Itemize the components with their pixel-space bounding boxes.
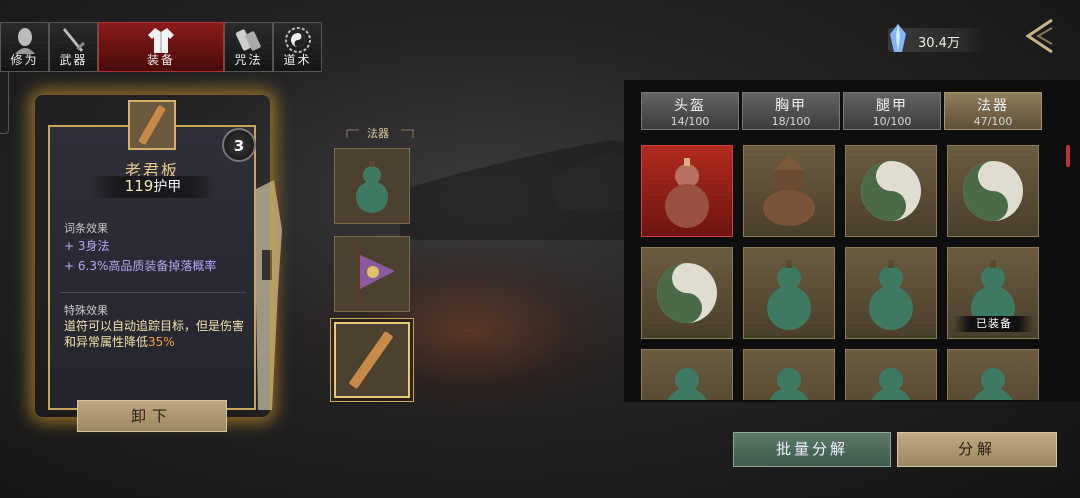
batch-decompose-button[interactable]: 批量分解 <box>733 432 891 467</box>
robe-icon <box>148 28 174 53</box>
tab-label: 修为 <box>10 53 39 67</box>
category-name: 法器 <box>977 98 1009 114</box>
inventory-item-taiji-disc[interactable] <box>641 247 733 339</box>
taiji-disc-icon <box>657 263 717 323</box>
item-thumbnail <box>128 100 176 150</box>
affix-text: 身法 <box>85 239 110 253</box>
scroll-icon <box>235 29 261 51</box>
inventory-item-green-gourd[interactable] <box>743 247 835 339</box>
special-section-title: 特殊效果 <box>64 304 108 317</box>
inventory-item-red-gourd[interactable] <box>641 145 733 237</box>
cultivator-head-icon <box>14 28 35 54</box>
inventory-item-green-gourd-equipped[interactable]: 已装备 <box>947 247 1039 339</box>
talisman-board-icon <box>349 331 393 389</box>
inventory-item-taiji-disc[interactable] <box>947 145 1039 237</box>
gourd-icon <box>356 161 388 213</box>
inventory-item-green-gourd[interactable] <box>947 349 1039 400</box>
special-text-highlight: 35% <box>148 335 175 349</box>
affix-prefix: + 6.3% <box>64 259 109 273</box>
inventory-grid: 已装备 <box>641 145 1051 400</box>
gourd-icon <box>973 368 1013 400</box>
tab-label: 武器 <box>59 53 88 67</box>
talisman-board-icon <box>138 105 166 145</box>
menu-arrow-icon[interactable] <box>1022 16 1058 56</box>
armor-label: 护甲 <box>153 179 182 195</box>
tab-label: 道术 <box>283 53 312 67</box>
currency-value: 30.4万 <box>918 36 960 51</box>
level-badge-value: 3 <box>233 137 245 155</box>
category-tab-legs[interactable]: 腿甲 10/100 <box>843 92 941 130</box>
decompose-button[interactable]: 分解 <box>897 432 1057 467</box>
top-tab-bar: 修为 武器 装备 咒法 道术 <box>0 22 322 72</box>
category-tab-artifact[interactable]: 法器 47/100 <box>944 92 1042 130</box>
tab-label: 装备 <box>146 53 175 67</box>
taiji-disc-icon <box>861 161 921 221</box>
slot-header-label: 法器 <box>367 127 389 140</box>
tab-equipment[interactable]: 装备 <box>98 22 224 72</box>
affix-prefix: + 3 <box>64 239 86 253</box>
inventory-item-green-gourd[interactable] <box>845 349 937 400</box>
gourd-icon <box>869 260 913 330</box>
gourd-icon <box>769 368 809 400</box>
category-tab-chest[interactable]: 胸甲 18/100 <box>742 92 840 130</box>
tab-spells[interactable]: 咒法 <box>224 22 273 72</box>
taiji-disc-icon <box>963 161 1023 221</box>
slot-pennant[interactable] <box>334 236 410 312</box>
category-count: 47/100 <box>973 115 1013 128</box>
category-name: 腿甲 <box>876 98 908 114</box>
inventory-item-green-gourd[interactable] <box>743 349 835 400</box>
side-drawer-handle[interactable] <box>0 62 9 134</box>
affix-line: + 6.3%高品质装备掉落概率 <box>64 257 216 274</box>
armor-stat: 119护甲 <box>90 176 216 198</box>
red-gourd-icon <box>665 158 709 228</box>
tab-label: 咒法 <box>234 53 263 67</box>
slot-gourd[interactable] <box>334 148 410 224</box>
special-effect-text: 道符可以自动追踪目标，但是伤害和异常属性降低35% <box>64 318 248 350</box>
category-name: 胸甲 <box>775 98 807 114</box>
tab-weapon[interactable]: 武器 <box>49 22 98 72</box>
censer-icon <box>763 154 815 226</box>
currency-display: 30.4万 <box>888 24 984 52</box>
taiji-icon <box>284 27 311 53</box>
category-count: 14/100 <box>670 115 710 128</box>
slot-column-header: 法器 <box>345 126 415 140</box>
gourd-icon <box>667 368 707 400</box>
category-tab-helmet[interactable]: 头盔 14/100 <box>641 92 739 130</box>
inventory-scrollbar[interactable] <box>1066 145 1070 167</box>
equipped-tag: 已装备 <box>954 316 1034 332</box>
inventory-item-bronze-censer[interactable] <box>743 145 835 237</box>
tab-daoism[interactable]: 道术 <box>273 22 322 72</box>
affix-text: 高品质装备掉落概率 <box>108 259 217 273</box>
pennant-flag-icon <box>357 247 395 305</box>
gourd-icon <box>767 260 811 330</box>
inventory-item-green-gourd[interactable] <box>641 349 733 400</box>
category-count: 18/100 <box>771 115 811 128</box>
tab-cultivation[interactable]: 修为 <box>0 22 49 72</box>
spirit-crystal-icon <box>890 24 906 52</box>
slot-talisman-board[interactable] <box>334 322 410 398</box>
gourd-icon <box>871 368 911 400</box>
section-divider <box>60 292 246 293</box>
unequip-button[interactable]: 卸下 <box>77 400 227 432</box>
affix-section-title: 词条效果 <box>64 222 108 235</box>
inventory-item-green-gourd[interactable] <box>845 247 937 339</box>
sword-icon <box>62 28 85 52</box>
inventory-item-taiji-disc[interactable] <box>845 145 937 237</box>
category-name: 头盔 <box>674 98 706 114</box>
category-count: 10/100 <box>872 115 912 128</box>
armor-value: 119 <box>124 177 154 195</box>
affix-line: + 3身法 <box>64 237 110 254</box>
